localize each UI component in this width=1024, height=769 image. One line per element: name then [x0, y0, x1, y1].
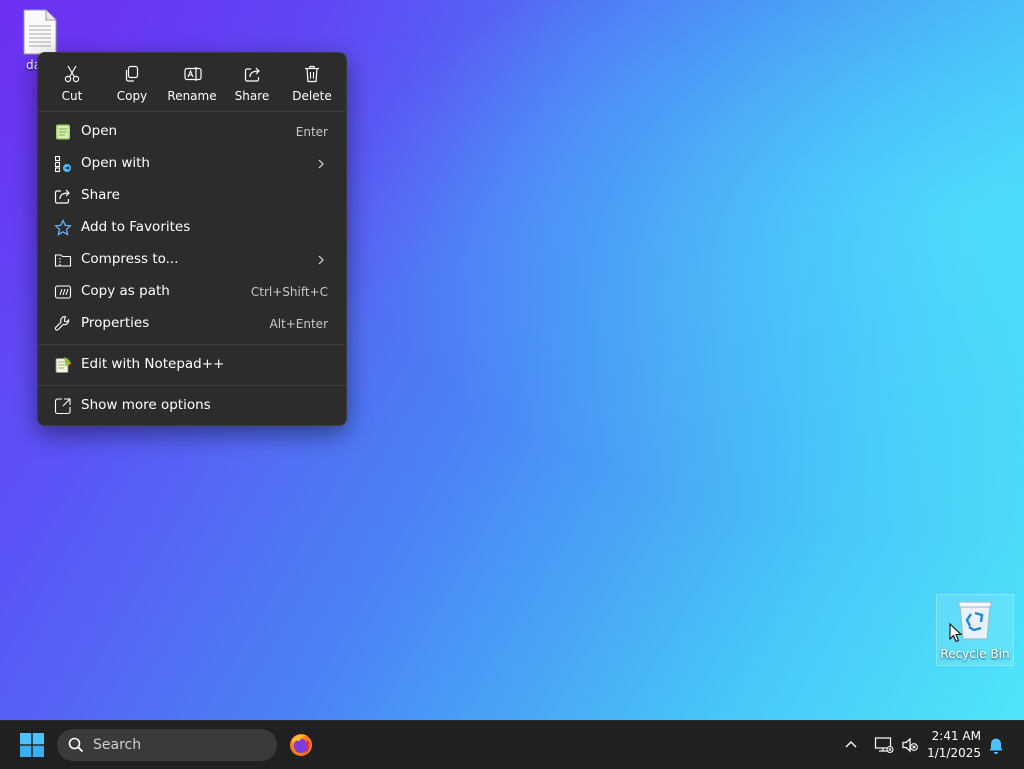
cut-label: Cut	[61, 89, 83, 103]
menu-item-label: Copy as path	[81, 283, 170, 299]
menu-item-label: Share	[81, 187, 120, 203]
scissors-icon	[64, 65, 80, 83]
menu-item-label: Edit with Notepad++	[81, 356, 225, 372]
menu-item-edit-with-notepadpp[interactable]: Edit with Notepad++	[42, 350, 342, 380]
menu-item-add-to-favorites[interactable]: Add to Favorites	[42, 213, 342, 243]
menu-item-label: Properties	[81, 315, 150, 331]
taskbar-search-box[interactable]: Search	[57, 729, 277, 761]
shortcut-text: Enter	[295, 125, 328, 139]
menu-item-label: Add to Favorites	[81, 219, 191, 235]
taskbar: Search 2:41 AM 1/1/2025	[0, 720, 1024, 769]
more-options-icon	[54, 398, 71, 415]
text-file-icon[interactable]	[20, 8, 60, 56]
notification-bell-icon[interactable]	[988, 737, 1004, 755]
shortcut-text: Ctrl+Shift+C	[250, 285, 328, 299]
search-placeholder: Search	[93, 737, 142, 753]
rename-label: Rename	[167, 89, 217, 103]
rename-button[interactable]: Rename	[162, 59, 222, 109]
shortcut-text: Alt+Enter	[269, 317, 328, 331]
windows-start-icon[interactable]	[20, 733, 44, 757]
delete-label: Delete	[292, 89, 332, 103]
menu-item-label: Open	[81, 123, 118, 139]
zip-folder-icon	[54, 254, 72, 267]
notepadpp-icon	[55, 357, 71, 373]
menu-item-copy-as-path[interactable]: Copy as path Ctrl+Shift+C	[42, 277, 342, 307]
wrench-icon	[54, 316, 70, 331]
menu-item-properties[interactable]: Properties Alt+Enter	[42, 309, 342, 339]
share-button[interactable]: Share	[222, 59, 282, 109]
menu-divider	[38, 111, 346, 112]
cut-button[interactable]: Cut	[42, 59, 102, 109]
menu-item-share[interactable]: Share	[42, 181, 342, 211]
open-with-icon	[54, 155, 71, 173]
menu-item-label: Compress to...	[81, 251, 179, 267]
menu-item-compress-to[interactable]: Compress to...	[42, 245, 342, 275]
share-label: Share	[234, 89, 270, 103]
menu-item-label: Show more options	[81, 397, 211, 413]
chevron-right-icon	[318, 255, 324, 265]
chevron-right-icon	[318, 159, 324, 169]
copy-icon	[125, 65, 139, 82]
menu-divider	[38, 385, 346, 386]
clock-date[interactable]: 1/1/2025	[920, 746, 981, 760]
share-icon	[54, 189, 70, 204]
quick-actions-bar: Cut Copy Rename Share Delete	[38, 53, 346, 111]
volume-muted-icon[interactable]	[901, 737, 919, 753]
menu-divider	[38, 344, 346, 345]
menu-item-open[interactable]: Open Enter	[42, 117, 342, 147]
network-icon[interactable]	[874, 736, 894, 754]
context-menu: Cut Copy Rename Share Delete Open Enter …	[37, 52, 347, 426]
copy-button[interactable]: Copy	[102, 59, 162, 109]
clock-time[interactable]: 2:41 AM	[920, 729, 981, 743]
trash-icon	[305, 65, 319, 83]
search-icon	[68, 737, 84, 753]
menu-item-label: Open with	[81, 155, 150, 171]
recycle-bin[interactable]: Recycle Bin	[936, 594, 1014, 666]
star-icon	[54, 219, 72, 236]
delete-button[interactable]: Delete	[282, 59, 342, 109]
firefox-icon[interactable]	[288, 732, 314, 758]
copy-path-icon	[54, 285, 72, 299]
recycle-bin-label: Recycle Bin	[940, 647, 1010, 661]
copy-label: Copy	[116, 89, 148, 103]
show-hidden-icons-chevron-icon[interactable]	[844, 738, 858, 750]
share-icon	[244, 67, 260, 82]
rename-icon	[184, 67, 202, 81]
menu-item-show-more-options[interactable]: Show more options	[42, 391, 342, 421]
notepad-icon	[56, 124, 70, 140]
menu-item-open-with[interactable]: Open with	[42, 149, 342, 179]
mouse-pointer-icon	[949, 623, 963, 643]
